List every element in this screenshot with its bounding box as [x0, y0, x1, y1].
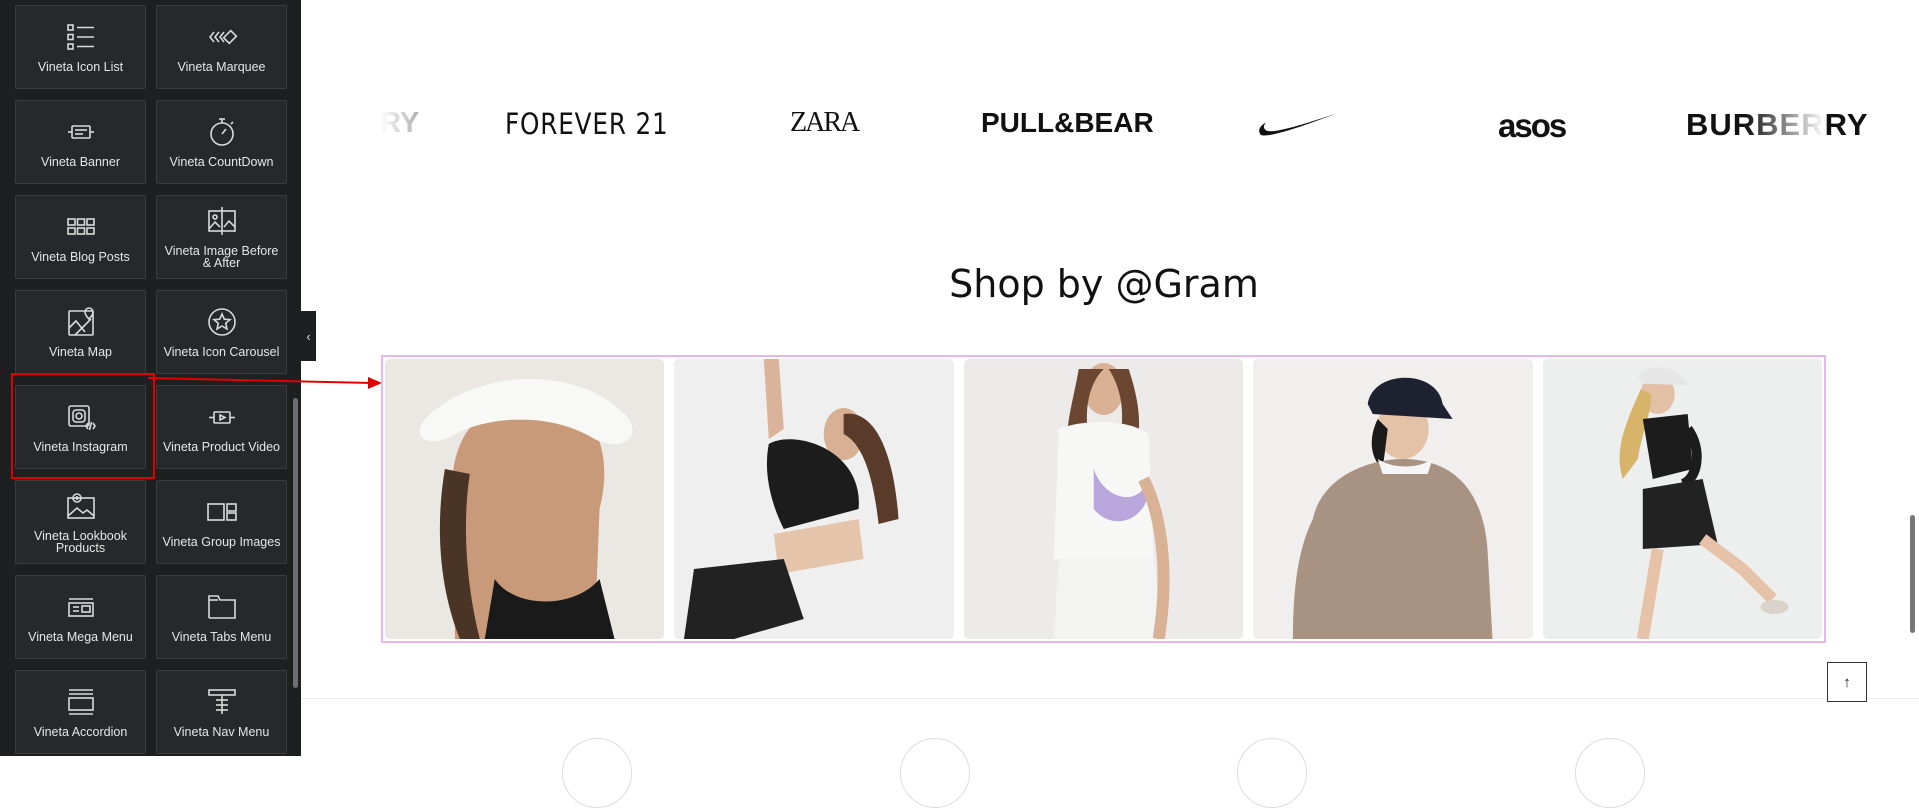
widget-label: Vineta Mega Menu	[28, 630, 133, 644]
tabs-icon	[207, 595, 236, 619]
marquee-fade-right	[1745, 95, 1825, 155]
widget-label: Vineta Marquee	[177, 60, 266, 74]
photo-woman-beige-sweatshirt-black-cap	[1253, 359, 1533, 639]
widget-label: Vineta Nav Menu	[173, 725, 270, 739]
marquee-icon	[208, 29, 237, 45]
banner-icon	[67, 125, 94, 139]
brand-marquee: RY FOREVER 21 ZARA PULL&BEAR asos BURBER…	[380, 95, 1868, 155]
panel-scrollbar-thumb[interactable]	[293, 398, 298, 688]
widget-label: Vineta CountDown	[169, 155, 274, 169]
widget-group-images[interactable]: Vineta Group Images	[156, 480, 287, 564]
image-compare-icon	[207, 207, 236, 235]
feature-icon-circle	[562, 738, 632, 808]
widget-nav-menu[interactable]: Vineta Nav Menu	[156, 670, 287, 754]
panel-collapse-button[interactable]: ‹	[301, 311, 316, 361]
widget-label: Vineta Tabs Menu	[171, 630, 272, 644]
mega-menu-icon	[67, 598, 94, 617]
instagram-widget-highlight	[11, 373, 155, 479]
instagram-photo[interactable]	[674, 359, 954, 639]
page-scrollbar-thumb[interactable]	[1910, 515, 1915, 633]
widget-label: Vineta Product Video	[163, 440, 280, 454]
accordion-icon	[67, 689, 94, 715]
instagram-photo[interactable]	[1542, 359, 1823, 639]
widget-label: Vineta Lookbook Products	[34, 529, 127, 555]
map-icon	[67, 307, 94, 336]
photo-woman-white-vest-purple-bag	[963, 359, 1244, 639]
stopwatch-icon	[209, 118, 234, 146]
icon-list-icon	[66, 24, 94, 50]
arrow-up-icon: ↑	[1843, 673, 1851, 691]
instagram-photo[interactable]	[963, 359, 1244, 639]
section-divider	[301, 698, 1919, 699]
star-circle-icon	[207, 308, 236, 336]
widget-label: Vineta Map	[48, 345, 112, 359]
brand-logo: asos	[1498, 107, 1567, 144]
nav-menu-icon	[207, 689, 236, 714]
chevron-left-icon: ‹	[306, 328, 311, 344]
widget-label: Vineta Banner	[41, 155, 120, 169]
widget-countdown[interactable]: Vineta CountDown	[156, 100, 287, 184]
widget-label: Vineta Icon List	[37, 60, 124, 74]
grid-posts-icon	[66, 218, 95, 235]
instagram-photo[interactable]	[385, 359, 665, 639]
brand-logo: PULL&BEAR	[981, 107, 1154, 138]
widget-lookbook-products[interactable]: Vineta Lookbook Products	[15, 480, 146, 564]
photo-woman-running-black-outfit	[1542, 359, 1823, 639]
back-to-top-button[interactable]: ↑	[1827, 662, 1867, 702]
widget-accordion[interactable]: Vineta Accordion	[15, 670, 146, 754]
widget-icon-list[interactable]: Vineta Icon List	[15, 5, 146, 89]
feature-icon-circle	[1575, 738, 1645, 808]
brand-logo: FOREVER 21	[505, 107, 669, 141]
widget-marquee[interactable]: Vineta Marquee	[156, 5, 287, 89]
photo-woman-black-crop-top-stretching	[674, 359, 954, 639]
section-title: Shop by @Gram	[949, 262, 1259, 306]
lookbook-icon	[66, 493, 95, 519]
instagram-photo[interactable]	[1253, 359, 1533, 639]
photo-woman-white-visor	[385, 359, 665, 639]
group-images-icon	[206, 503, 237, 521]
instagram-gallery[interactable]	[381, 355, 1826, 643]
brand-logo: ZARA	[790, 107, 860, 138]
widget-mega-menu[interactable]: Vineta Mega Menu	[15, 575, 146, 659]
widget-product-video[interactable]: Vineta Product Video	[156, 385, 287, 469]
widget-label: Vineta Icon Carousel	[163, 345, 280, 359]
widget-banner[interactable]: Vineta Banner	[15, 100, 146, 184]
widget-tabs-menu[interactable]: Vineta Tabs Menu	[156, 575, 287, 659]
feature-icon-circle	[1237, 738, 1307, 808]
feature-icon-circle	[900, 738, 970, 808]
nike-swoosh-logo	[1259, 113, 1337, 136]
widget-label: Vineta Group Images	[162, 535, 281, 549]
marquee-fade-left	[380, 95, 470, 155]
widget-label: Vineta Accordion	[33, 725, 128, 739]
video-icon	[208, 411, 235, 424]
